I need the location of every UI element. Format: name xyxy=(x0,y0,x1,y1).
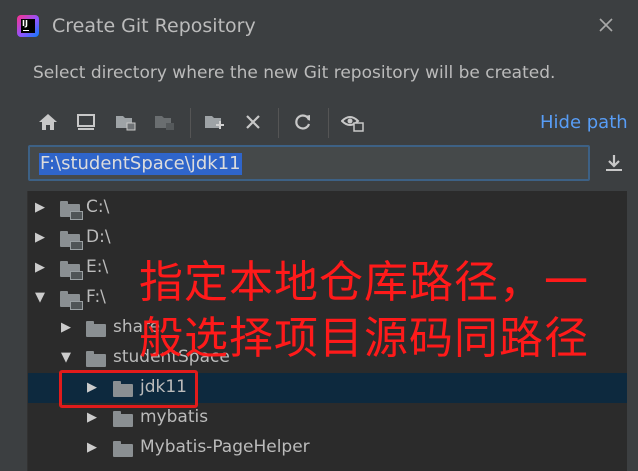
annotation-line-1: 指定本地仓库路径，一 xyxy=(139,257,589,308)
close-button[interactable] xyxy=(594,12,618,38)
collapse-arrow-icon[interactable]: ▼ xyxy=(32,283,48,313)
dialog-title: Create Git Repository xyxy=(52,15,256,37)
folder-icon xyxy=(86,321,106,337)
new-folder-icon xyxy=(205,116,224,129)
collapse-arrow-icon[interactable]: ▼ xyxy=(58,343,74,373)
annotation-line-2: 般选择项目源码同路径 xyxy=(139,313,589,364)
module-folder-button[interactable] xyxy=(152,109,178,135)
title-bar: IJ Create Git Repository xyxy=(0,0,638,54)
tree-item-d-drive[interactable]: ▶ D:\ xyxy=(28,223,627,253)
file-chooser-toolbar: Hide path xyxy=(28,104,628,140)
project-folder-icon xyxy=(116,116,136,131)
annotation-highlight-box xyxy=(59,370,198,408)
logo-text: IJ xyxy=(22,19,28,28)
delete-button[interactable] xyxy=(240,109,266,135)
tree-item-label: Mybatis-PageHelper xyxy=(140,437,310,457)
project-folder-button[interactable] xyxy=(113,109,139,135)
intellij-idea-icon: IJ xyxy=(17,15,39,37)
dialog-description: Select directory where the new Git repos… xyxy=(33,63,556,83)
tree-item-c-drive[interactable]: ▶ C:\ xyxy=(28,193,627,223)
delete-icon xyxy=(246,115,260,129)
desktop-icon xyxy=(77,114,95,130)
download-icon xyxy=(606,155,622,171)
desktop-button[interactable] xyxy=(73,109,99,135)
folder-icon xyxy=(113,441,133,457)
folder-icon xyxy=(113,411,133,427)
drive-icon xyxy=(60,201,83,220)
new-folder-button[interactable] xyxy=(202,109,228,135)
refresh-button[interactable] xyxy=(290,109,316,135)
tree-item-mybatis-pagehelper[interactable]: ▶ Mybatis-PageHelper xyxy=(28,433,627,463)
toolbar-separator xyxy=(190,108,191,138)
hide-path-link[interactable]: Hide path xyxy=(540,112,628,133)
expand-arrow-icon[interactable]: ▶ xyxy=(84,433,100,463)
path-input-value: F:\studentSpace\jdk11 xyxy=(39,153,242,175)
tree-item-label: E:\ xyxy=(86,257,109,277)
tree-item-label: F:\ xyxy=(86,287,106,307)
path-row: F:\studentSpace\jdk11 xyxy=(28,145,628,185)
annotation-text: 指定本地仓库路径，一 般选择项目源码同路径 xyxy=(139,255,638,367)
drive-icon xyxy=(60,231,83,250)
expand-arrow-icon[interactable]: ▶ xyxy=(32,253,48,283)
toolbar-separator xyxy=(278,108,279,138)
drive-icon xyxy=(60,261,83,280)
refresh-icon xyxy=(295,114,311,130)
download-button[interactable] xyxy=(601,150,627,176)
expand-arrow-icon[interactable]: ▶ xyxy=(32,223,48,253)
expand-arrow-icon[interactable]: ▶ xyxy=(32,193,48,223)
tree-item-label: C:\ xyxy=(86,197,110,217)
drive-icon xyxy=(60,291,83,310)
tree-item-label: D:\ xyxy=(86,227,111,247)
home-button[interactable] xyxy=(35,109,61,135)
expand-arrow-icon[interactable]: ▶ xyxy=(58,313,74,343)
module-folder-icon xyxy=(155,116,174,130)
folder-icon xyxy=(86,351,106,367)
path-input[interactable]: F:\studentSpace\jdk11 xyxy=(28,145,590,181)
tree-item-label: mybatis xyxy=(140,407,209,427)
toolbar-separator xyxy=(328,108,329,138)
close-icon xyxy=(599,18,613,32)
home-icon xyxy=(39,114,57,130)
show-hidden-icon xyxy=(341,116,364,132)
show-hidden-button[interactable] xyxy=(340,109,366,135)
